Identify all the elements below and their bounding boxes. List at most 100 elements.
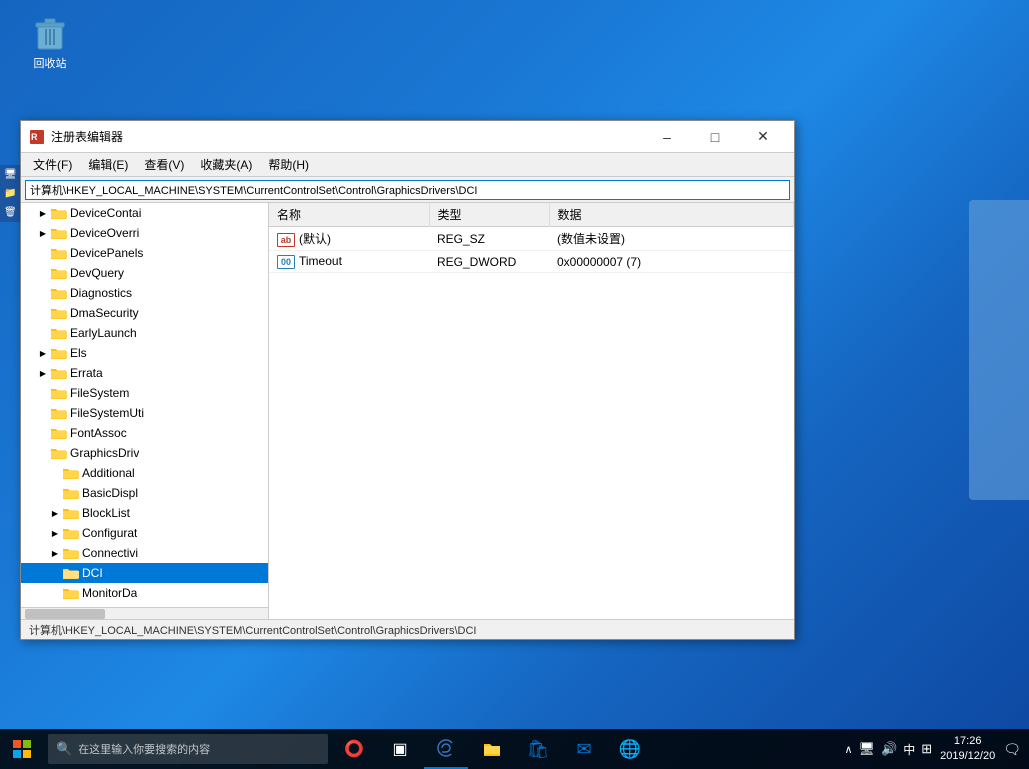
tray-ime-zh[interactable]: 中 bbox=[903, 741, 915, 758]
tree-arrow-icon bbox=[37, 327, 49, 339]
start-button[interactable] bbox=[0, 729, 44, 769]
tree-item[interactable]: ▶ Configurat bbox=[21, 523, 268, 543]
title-bar: R 注册表编辑器 ‒ □ ✕ bbox=[21, 121, 794, 153]
tree-item[interactable]: DevQuery bbox=[21, 263, 268, 283]
reg-data-cell: 0x00000007 (7) bbox=[549, 251, 794, 273]
col-name: 名称 bbox=[269, 203, 429, 227]
taskbar-search[interactable]: 🔍 在这里输入你要搜索的内容 bbox=[48, 734, 328, 764]
tree-item-label: Errata bbox=[70, 366, 103, 380]
taskbar: 🔍 在这里输入你要搜索的内容 ⭕ ▣ 🛍 ✉ 🌐 bbox=[0, 729, 1029, 769]
svg-text:R: R bbox=[31, 132, 38, 142]
horizontal-scrollbar[interactable] bbox=[21, 607, 268, 619]
tray-grid[interactable]: ⊞ bbox=[921, 741, 932, 757]
minimize-button[interactable]: ‒ bbox=[644, 121, 690, 153]
tree-item[interactable]: ▶ BlockList bbox=[21, 503, 268, 523]
taskbar-explorer[interactable] bbox=[470, 729, 514, 769]
folder-icon bbox=[51, 326, 67, 340]
close-button[interactable]: ✕ bbox=[740, 121, 786, 153]
regedit-icon: R bbox=[29, 129, 45, 145]
tree-item[interactable]: DmaSecurity bbox=[21, 303, 268, 323]
tray-caret[interactable]: ∧ bbox=[844, 743, 852, 756]
tree-item[interactable]: DCI bbox=[21, 563, 268, 583]
menu-help[interactable]: 帮助(H) bbox=[260, 154, 317, 175]
tree-item[interactable]: Additional bbox=[21, 463, 268, 483]
tree-item[interactable]: FileSystem bbox=[21, 383, 268, 403]
maximize-button[interactable]: □ bbox=[692, 121, 738, 153]
window-title: 注册表编辑器 bbox=[51, 128, 644, 145]
tree-panel: ▶ DeviceContai▶ DeviceOverri DevicePanel… bbox=[21, 203, 269, 619]
tree-item[interactable]: EarlyLaunch bbox=[21, 323, 268, 343]
registry-editor-window: R 注册表编辑器 ‒ □ ✕ 文件(F) 编辑(E) 查看(V) 收藏夹(A) … bbox=[20, 120, 795, 640]
address-input[interactable] bbox=[25, 180, 790, 200]
menu-view[interactable]: 查看(V) bbox=[136, 154, 192, 175]
tree-item[interactable]: UseNewKe bbox=[21, 603, 268, 607]
taskbar-apps: ⭕ ▣ 🛍 ✉ 🌐 bbox=[332, 729, 652, 769]
menu-file[interactable]: 文件(F) bbox=[25, 154, 80, 175]
tray-volume[interactable]: 🔊 bbox=[881, 741, 897, 757]
tree-item-label: Configurat bbox=[82, 526, 137, 540]
taskbar-task-view[interactable]: ▣ bbox=[378, 729, 422, 769]
folder-icon bbox=[63, 466, 79, 480]
menu-favorites[interactable]: 收藏夹(A) bbox=[192, 154, 260, 175]
tree-item-label: BlockList bbox=[82, 506, 130, 520]
reg-data-cell: (数值未设置) bbox=[549, 227, 794, 251]
search-placeholder: 在这里输入你要搜索的内容 bbox=[78, 741, 210, 757]
reg-entry-name: (默认) bbox=[299, 232, 331, 246]
tree-item-label: DeviceContai bbox=[70, 206, 141, 220]
tree-item[interactable]: MonitorDa bbox=[21, 583, 268, 603]
tree-item-label: DevQuery bbox=[70, 266, 124, 280]
table-row[interactable]: 00TimeoutREG_DWORD0x00000007 (7) bbox=[269, 251, 794, 273]
table-row[interactable]: ab(默认)REG_SZ(数值未设置) bbox=[269, 227, 794, 251]
tree-item[interactable]: ▶ Errata bbox=[21, 363, 268, 383]
tree-item[interactable]: FontAssoc bbox=[21, 423, 268, 443]
folder-icon bbox=[63, 566, 79, 580]
tree-arrow-icon bbox=[49, 467, 61, 479]
tree-item-label: DeviceOverri bbox=[70, 226, 139, 240]
tree-item[interactable]: GraphicsDriv bbox=[21, 443, 268, 463]
taskbar-weather[interactable]: 🌐 bbox=[608, 729, 652, 769]
tree-item[interactable]: FileSystemUti bbox=[21, 403, 268, 423]
folder-icon bbox=[51, 386, 67, 400]
tree-item[interactable]: ▶ DeviceContai bbox=[21, 203, 268, 223]
col-type: 类型 bbox=[429, 203, 549, 227]
tray-network[interactable]: 🖥 bbox=[859, 741, 876, 757]
taskbar-store[interactable]: 🛍 bbox=[516, 729, 560, 769]
menu-bar: 文件(F) 编辑(E) 查看(V) 收藏夹(A) 帮助(H) bbox=[21, 153, 794, 177]
tree-item[interactable]: BasicDispl bbox=[21, 483, 268, 503]
tree-item[interactable]: Diagnostics bbox=[21, 283, 268, 303]
folder-icon bbox=[63, 506, 79, 520]
taskbar-mail[interactable]: ✉ bbox=[562, 729, 606, 769]
registry-table-body: ab(默认)REG_SZ(数值未设置)00TimeoutREG_DWORD0x0… bbox=[269, 227, 794, 273]
folder-icon bbox=[51, 266, 67, 280]
tree-item[interactable]: ▶ Connectivi bbox=[21, 543, 268, 563]
tree-arrow-icon bbox=[49, 587, 61, 599]
folder-icon bbox=[483, 740, 501, 758]
tree-arrow-icon: ▶ bbox=[49, 547, 61, 559]
tree-item[interactable]: DevicePanels bbox=[21, 243, 268, 263]
tree-item-label: Additional bbox=[82, 466, 135, 480]
table-header-row: 名称 类型 数据 bbox=[269, 203, 794, 227]
clock-time: 17:26 bbox=[940, 734, 995, 749]
notification-icon[interactable]: 🗨 bbox=[1003, 741, 1021, 758]
tree-arrow-icon: ▶ bbox=[49, 507, 61, 519]
tree-item-label: FileSystemUti bbox=[70, 406, 144, 420]
recycle-bin-icon[interactable]: 回收站 bbox=[20, 15, 80, 71]
taskbar-cortana[interactable]: ⭕ bbox=[332, 729, 376, 769]
right-panel-decoration bbox=[969, 200, 1029, 500]
status-text: 计算机\HKEY_LOCAL_MACHINE\SYSTEM\CurrentCon… bbox=[29, 622, 476, 638]
folder-icon bbox=[63, 486, 79, 500]
tree-arrow-icon: ▶ bbox=[37, 347, 49, 359]
folder-icon bbox=[51, 366, 67, 380]
tree-item-label: EarlyLaunch bbox=[70, 326, 137, 340]
tree-item[interactable]: ▶ Els bbox=[21, 343, 268, 363]
taskbar-clock[interactable]: 17:26 2019/12/20 bbox=[940, 734, 995, 765]
menu-edit[interactable]: 编辑(E) bbox=[80, 154, 136, 175]
tree-arrow-icon: ▶ bbox=[37, 227, 49, 239]
folder-icon bbox=[51, 206, 67, 220]
tree-item[interactable]: ▶ DeviceOverri bbox=[21, 223, 268, 243]
edge-icon bbox=[437, 739, 455, 757]
folder-icon bbox=[51, 426, 67, 440]
taskbar-edge[interactable] bbox=[424, 729, 468, 769]
tree-scroll-area[interactable]: ▶ DeviceContai▶ DeviceOverri DevicePanel… bbox=[21, 203, 268, 607]
right-panel[interactable]: 名称 类型 数据 ab(默认)REG_SZ(数值未设置)00TimeoutREG… bbox=[269, 203, 794, 619]
